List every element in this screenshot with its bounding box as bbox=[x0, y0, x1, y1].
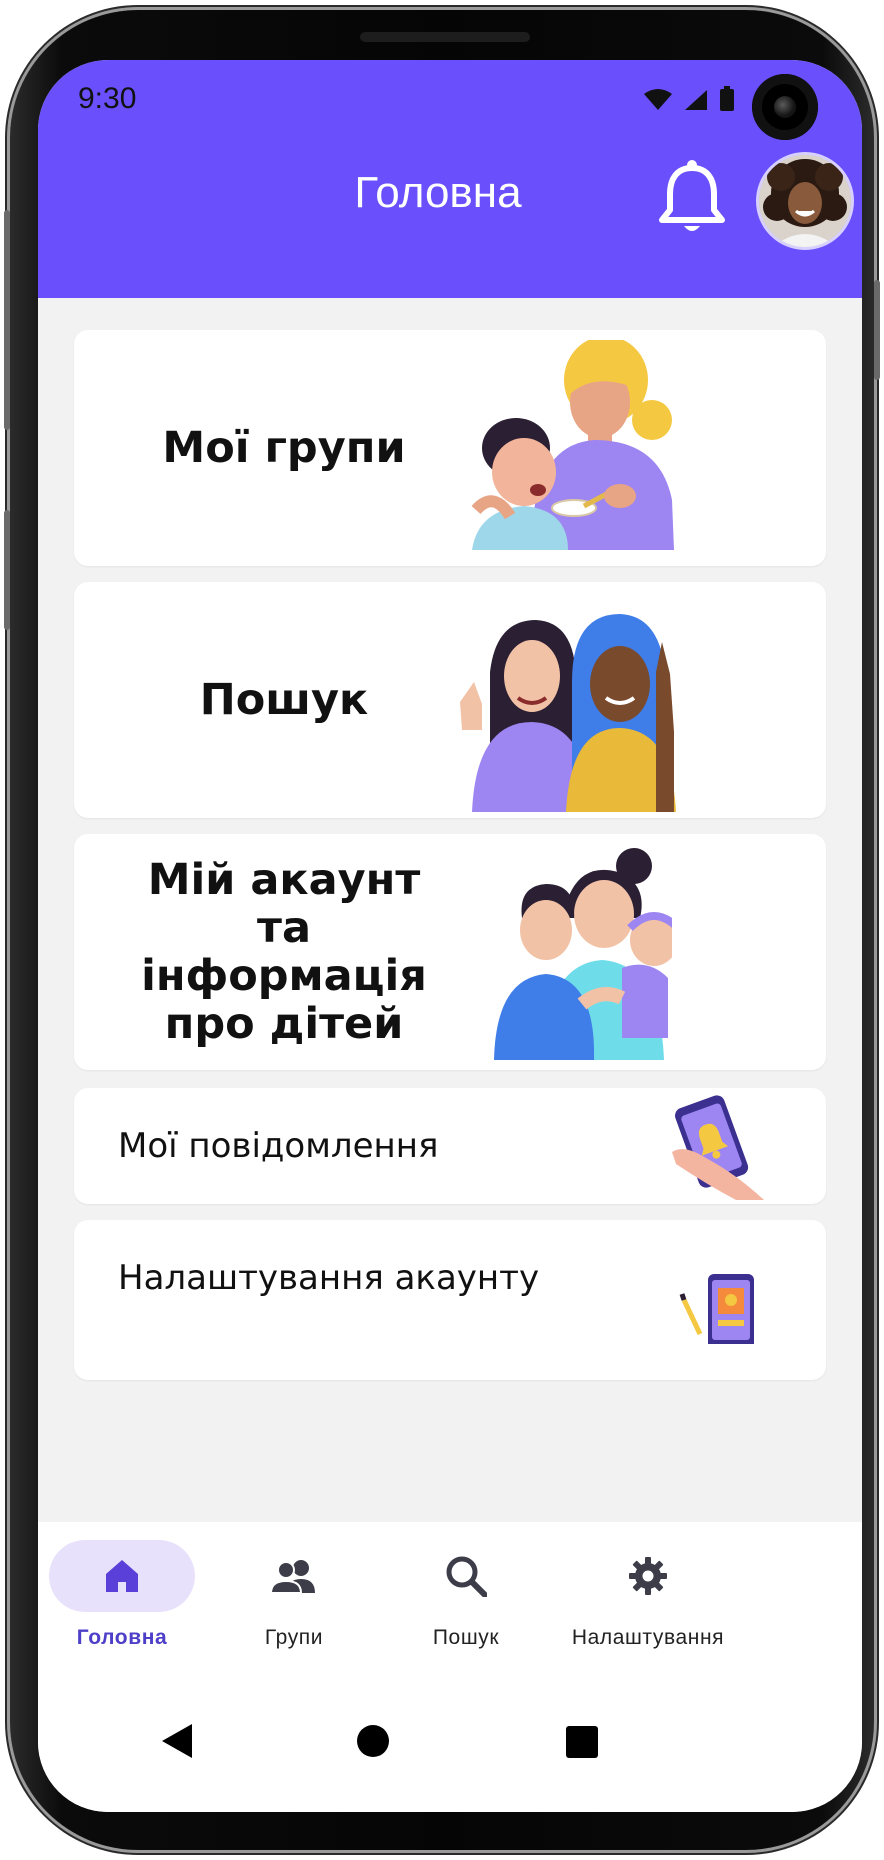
app-header: 9:30 Головна bbox=[38, 60, 862, 298]
battery-icon bbox=[720, 86, 734, 111]
wifi-icon bbox=[644, 89, 672, 110]
status-icons bbox=[643, 86, 735, 112]
card-account-settings[interactable]: Налаштування акаунту bbox=[74, 1220, 826, 1380]
nav-groups-pill bbox=[221, 1540, 367, 1612]
status-time: 9:30 bbox=[78, 82, 137, 115]
card-title: Мої групи bbox=[162, 423, 406, 473]
search-icon bbox=[446, 1556, 487, 1597]
card-search[interactable]: Пошук bbox=[74, 582, 826, 818]
nav-groups-label: Групи bbox=[264, 1626, 324, 1649]
earpiece bbox=[360, 32, 530, 42]
home-circle-icon[interactable] bbox=[356, 1724, 390, 1758]
group-icon bbox=[271, 1560, 315, 1593]
card-title: Налаштування акаунту bbox=[118, 1258, 540, 1298]
nav-home-label: Головна bbox=[76, 1626, 168, 1649]
nav-search-pill bbox=[393, 1540, 539, 1612]
system-navigation-bar bbox=[38, 1682, 862, 1812]
front-camera bbox=[752, 74, 818, 140]
nav-home[interactable]: Головна bbox=[42, 1540, 202, 1650]
nav-search-label: Пошук bbox=[432, 1626, 500, 1649]
bell-icon[interactable] bbox=[658, 158, 726, 236]
back-icon[interactable] bbox=[162, 1724, 192, 1758]
two-women-thumbs-up-illustration bbox=[460, 614, 676, 812]
page-title: Головна bbox=[354, 168, 522, 217]
nav-settings[interactable]: Налаштування bbox=[548, 1540, 748, 1650]
power-button bbox=[874, 280, 880, 380]
phone-profile-illustration bbox=[679, 1274, 754, 1344]
app-screen: 9:30 Головна Мої групи Пошук Мій акаунт … bbox=[38, 60, 862, 1812]
card-list: Мої групи Пошук Мій акаунт та інформація… bbox=[38, 298, 862, 1588]
bottom-navigation: Головна Групи Пошук Налаштування bbox=[38, 1522, 862, 1682]
signal-icon bbox=[685, 90, 707, 110]
card-title: Мій акаунт та інформація про дітей bbox=[141, 855, 427, 1049]
avatar[interactable] bbox=[756, 152, 854, 250]
bixby-button bbox=[4, 510, 10, 630]
nav-settings-pill bbox=[575, 1540, 721, 1612]
avatar-photo bbox=[759, 155, 851, 247]
gear-icon bbox=[629, 1557, 667, 1595]
card-title: Мої повідомлення bbox=[118, 1126, 439, 1166]
card-my-account[interactable]: Мій акаунт та інформація про дітей bbox=[74, 834, 826, 1070]
family-with-children-illustration bbox=[494, 848, 672, 1060]
recents-icon[interactable] bbox=[566, 1726, 598, 1758]
mother-feeding-child-illustration bbox=[471, 340, 674, 550]
nav-groups[interactable]: Групи bbox=[214, 1540, 374, 1650]
nav-home-pill bbox=[49, 1540, 195, 1612]
card-my-groups[interactable]: Мої групи bbox=[74, 330, 826, 566]
volume-button bbox=[4, 210, 10, 430]
card-title: Пошук bbox=[199, 675, 369, 725]
nav-settings-label: Налаштування bbox=[571, 1626, 725, 1649]
home-icon bbox=[106, 1560, 138, 1592]
card-my-messages[interactable]: Мої повідомлення bbox=[74, 1088, 826, 1204]
phone-notification-illustration bbox=[672, 1095, 764, 1200]
nav-search[interactable]: Пошук bbox=[386, 1540, 546, 1650]
